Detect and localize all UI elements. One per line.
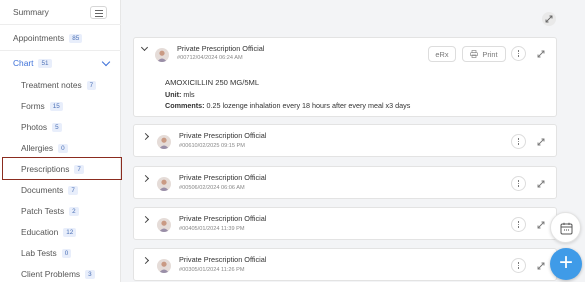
- sidebar-item-allergies[interactable]: Allergies 0: [0, 143, 121, 153]
- sidebar-item-label: Forms: [21, 101, 45, 111]
- erx-label: eRx: [435, 49, 449, 59]
- sidebar-item-label: Patch Tests: [21, 206, 65, 216]
- more-options-button[interactable]: [511, 217, 526, 232]
- printer-icon: [470, 50, 479, 58]
- count-badge: 51: [38, 58, 52, 68]
- count-badge: 12: [63, 227, 77, 237]
- avatar: [157, 177, 171, 191]
- prescription-date: #00305/01/2024 11:26 PM: [179, 267, 245, 273]
- sidebar-item-lab-tests[interactable]: Lab Tests 0: [0, 248, 121, 258]
- expand-icon[interactable]: [537, 138, 545, 146]
- more-vertical-icon: [517, 179, 520, 188]
- avatar: [155, 48, 169, 62]
- prescription-card[interactable]: Private Prescription Official #00305/01/…: [133, 248, 557, 281]
- unit-value: mls: [183, 90, 195, 99]
- prescription-card[interactable]: Private Prescription Official #00405/01/…: [133, 207, 557, 240]
- expand-all-button[interactable]: [542, 12, 556, 26]
- chevron-right-icon[interactable]: [141, 215, 150, 224]
- expand-icon[interactable]: [537, 221, 545, 229]
- sidebar: Summary Appointments 85 Chart 51 Treatme…: [0, 0, 122, 282]
- prescription-title[interactable]: Private Prescription Official: [179, 131, 266, 140]
- expand-icon[interactable]: [537, 180, 545, 188]
- count-badge: 0: [61, 248, 72, 258]
- print-button[interactable]: Print: [462, 46, 506, 62]
- prescription-date: #00506/02/2024 06:06 AM: [179, 185, 245, 191]
- sidebar-item-treatment-notes[interactable]: Treatment notes 7: [0, 80, 121, 90]
- chevron-right-icon[interactable]: [141, 174, 150, 183]
- expand-icon[interactable]: [537, 262, 545, 270]
- chevron-right-icon[interactable]: [141, 256, 150, 265]
- prescription-title[interactable]: Private Prescription Official: [179, 255, 266, 264]
- prescription-date: #00712/04/2024 06:24 AM: [177, 55, 243, 61]
- chevron-down-icon[interactable]: [140, 43, 149, 52]
- prescription-date: #00405/01/2024 11:39 PM: [179, 226, 245, 232]
- count-badge: 7: [86, 80, 97, 90]
- prescription-title[interactable]: Private Prescription Official: [177, 44, 264, 53]
- sidebar-item-patch-tests[interactable]: Patch Tests 2: [0, 206, 121, 216]
- count-badge: 85: [69, 33, 83, 43]
- prescription-card[interactable]: Private Prescription Official #00610/02/…: [133, 124, 557, 157]
- unit-label: Unit:: [165, 90, 182, 99]
- print-label: Print: [482, 49, 498, 59]
- sidebar-item-chart[interactable]: Chart 51: [0, 57, 121, 68]
- sidebar-item-label: Documents: [21, 185, 64, 195]
- sidebar-item-appointments[interactable]: Appointments 85: [0, 33, 121, 43]
- sidebar-item-forms[interactable]: Forms 15: [0, 101, 121, 111]
- prescription-title[interactable]: Private Prescription Official: [179, 214, 266, 223]
- selection-highlight: [2, 157, 122, 180]
- more-vertical-icon: [517, 220, 520, 229]
- expand-icon[interactable]: [537, 50, 545, 58]
- count-badge: 3: [85, 269, 95, 279]
- calendar-button[interactable]: [550, 212, 581, 243]
- sidebar-item-label: Photos: [21, 122, 48, 132]
- prescription-card: Private Prescription Official #00712/04/…: [133, 37, 557, 117]
- prescription-title[interactable]: Private Prescription Official: [179, 173, 266, 182]
- drug-name: AMOXICILLIN 250 MG/5ML: [165, 78, 260, 87]
- unit-row: Unit: mls: [165, 90, 195, 99]
- filter-icon[interactable]: [90, 6, 107, 19]
- plus-icon: +: [558, 249, 573, 276]
- prescription-card[interactable]: Private Prescription Official #00506/02/…: [133, 166, 557, 199]
- sidebar-item-label: Lab Tests: [21, 248, 57, 258]
- comments-value: 0.25 lozenge inhalation every 18 hours a…: [206, 101, 411, 110]
- chevron-down-icon[interactable]: [101, 57, 111, 67]
- chevron-right-icon[interactable]: [141, 132, 150, 141]
- comments-row: Comments: 0.25 lozenge inhalation every …: [165, 101, 410, 110]
- count-badge: 2: [69, 206, 79, 216]
- erx-button[interactable]: eRx: [428, 46, 456, 62]
- count-badge: 15: [49, 101, 63, 111]
- more-vertical-icon: [517, 137, 520, 146]
- prescription-date: #00610/02/2025 09:15 PM: [179, 143, 245, 149]
- count-badge: 0: [58, 143, 68, 153]
- sidebar-item-label: Chart: [13, 58, 34, 68]
- sidebar-item-label: Appointments: [13, 33, 65, 43]
- sidebar-item-documents[interactable]: Documents 7: [0, 185, 121, 195]
- sidebar-item-photos[interactable]: Photos 5: [0, 122, 121, 132]
- more-vertical-icon: [517, 261, 520, 270]
- more-options-button[interactable]: [511, 258, 526, 273]
- more-options-button[interactable]: [511, 46, 526, 61]
- sidebar-item-label: Summary: [13, 7, 49, 17]
- sidebar-item-education[interactable]: Education 12: [0, 227, 121, 237]
- count-badge: 5: [52, 122, 62, 132]
- expand-icon: [545, 15, 553, 23]
- count-badge: 7: [68, 185, 78, 195]
- avatar: [157, 259, 171, 273]
- more-options-button[interactable]: [511, 176, 526, 191]
- divider: [0, 24, 121, 25]
- more-vertical-icon: [517, 49, 520, 58]
- avatar: [157, 135, 171, 149]
- sidebar-item-label: Education: [21, 227, 59, 237]
- sidebar-item-label: Allergies: [21, 143, 54, 153]
- divider: [0, 50, 121, 51]
- sidebar-item-client-problems[interactable]: Client Problems 3: [0, 269, 121, 279]
- add-button[interactable]: +: [550, 248, 582, 280]
- avatar: [157, 218, 171, 232]
- comments-label: Comments:: [165, 101, 205, 110]
- sidebar-item-label: Client Problems: [21, 269, 81, 279]
- sidebar-item-label: Treatment notes: [21, 80, 82, 90]
- calendar-icon: [560, 222, 573, 235]
- more-options-button[interactable]: [511, 134, 526, 149]
